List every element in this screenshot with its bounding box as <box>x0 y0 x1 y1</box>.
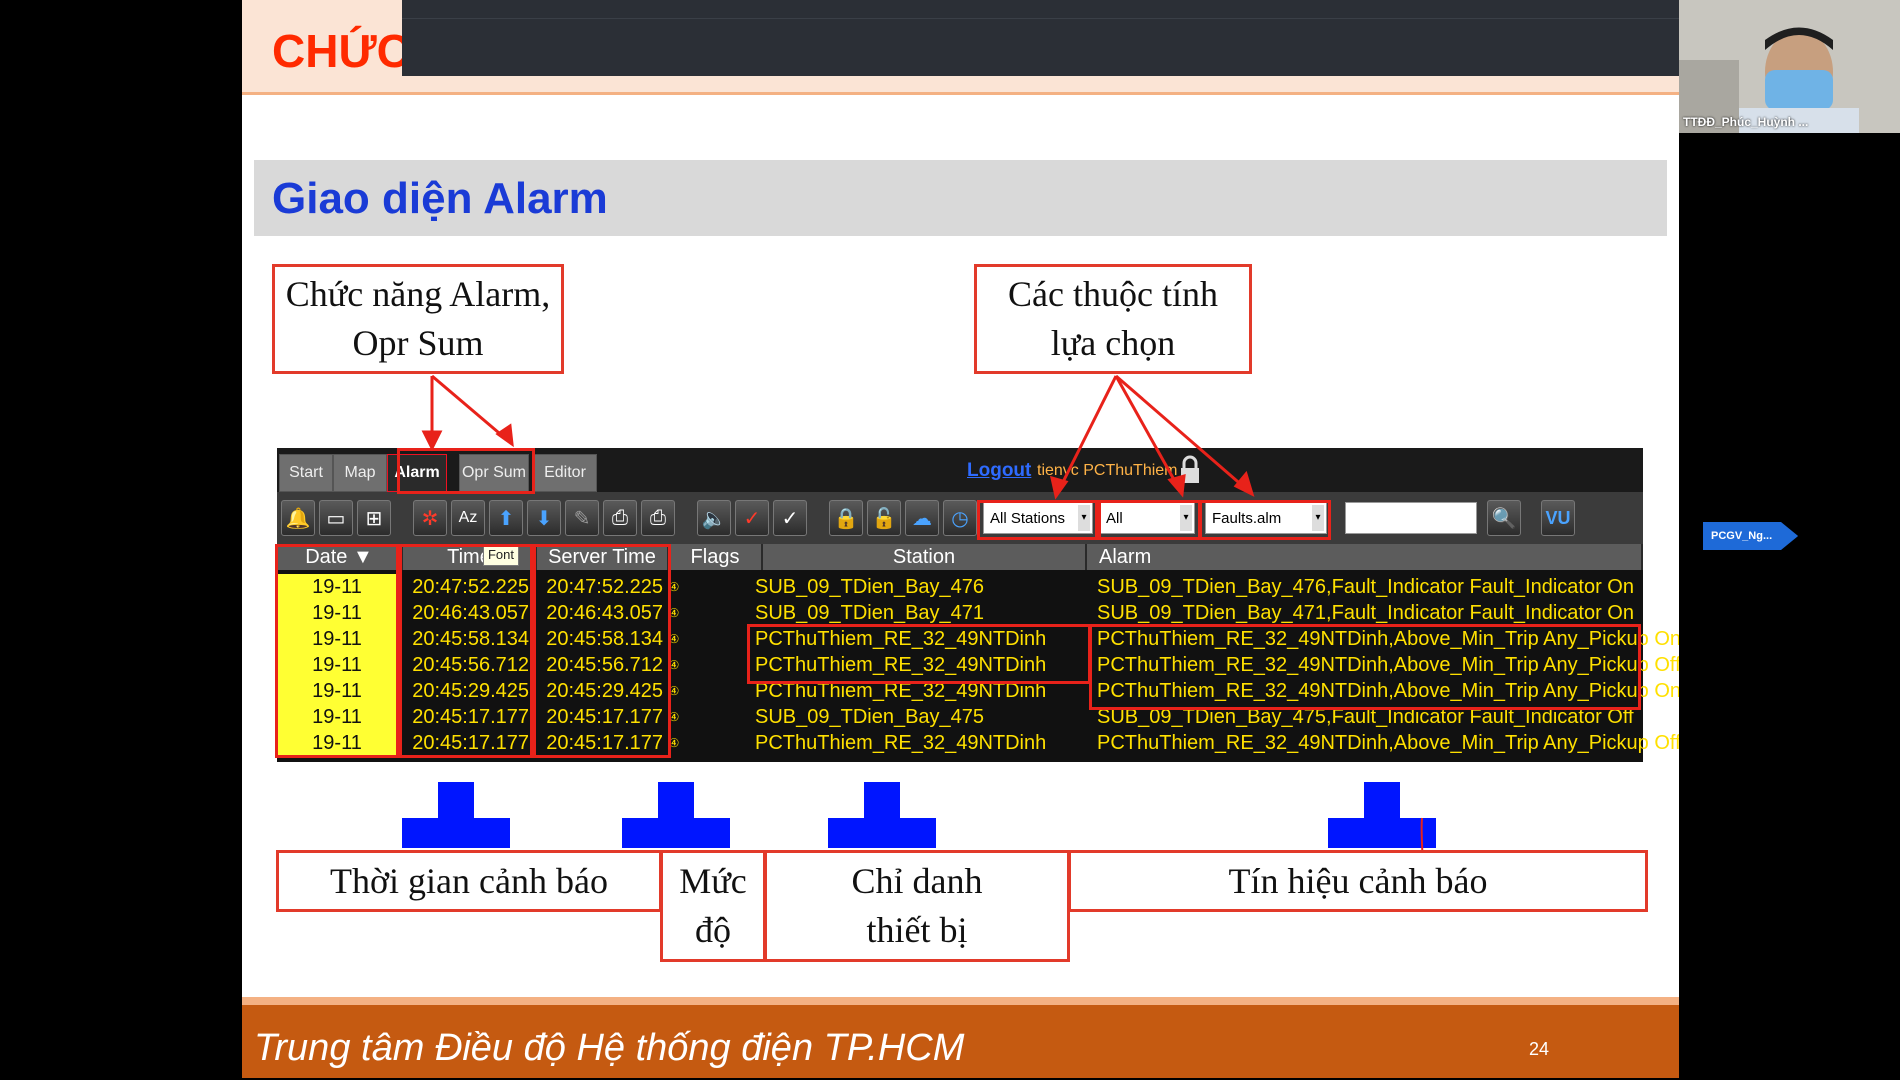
sort-az-icon[interactable]: Az <box>451 500 485 536</box>
callout-text: Chỉ danh <box>851 861 983 901</box>
column-alarm[interactable]: Alarm <box>1087 544 1643 570</box>
slide-subtitle: Giao diện Alarm <box>272 174 608 223</box>
highlight-alarm-rows <box>1089 624 1641 710</box>
cell-station: SUB_09_TDien_Bay_475 <box>755 706 985 728</box>
callout-text: Các thuộc tính <box>1008 274 1218 314</box>
subtitle-band: Giao diện Alarm <box>254 160 1667 236</box>
search-icon[interactable]: 🔍 <box>1487 500 1521 536</box>
callout-selection-attributes: Các thuộc tính lựa chọn <box>974 264 1252 374</box>
window-icon[interactable]: ▭ <box>319 500 353 536</box>
highlight-date-column <box>275 544 399 758</box>
screen: CHỨC Giao diện Alarm Chức năng Alarm, Op… <box>0 0 1900 1080</box>
cell-station: PCThuThiem_RE_32_49NTDinh <box>755 732 1047 754</box>
participant-avatar <box>1679 0 1900 133</box>
callout-text: độ <box>695 910 731 950</box>
arrow-up-icon[interactable]: ⬆ <box>489 500 523 536</box>
callout-text: Mức <box>679 861 747 901</box>
highlight-time-column <box>399 544 533 758</box>
weather-icon[interactable]: ☁ <box>905 500 939 536</box>
tab-editor[interactable]: Editor <box>533 454 597 492</box>
column-station[interactable]: Station <box>763 544 1087 570</box>
cell-alarm: SUB_09_TDien_Bay_471,Fault_Indicator Fau… <box>1097 602 1634 624</box>
page-number: 24 <box>1528 1039 1549 1059</box>
arrow-down-icon[interactable]: ⬇ <box>527 500 561 536</box>
check-icon[interactable]: ✓ <box>773 500 807 536</box>
tab-start[interactable]: Start <box>279 454 333 492</box>
arrow-up-icon <box>402 782 510 848</box>
highlight-server-time-column <box>533 544 671 758</box>
lock-icon <box>1181 455 1199 483</box>
speaker-icon[interactable]: 🔈 <box>697 500 731 536</box>
unlock-icon[interactable]: 🔓 <box>867 500 901 536</box>
slide-footer: Trung tâm Điều độ Hệ thống điện TP.HCM 2… <box>242 997 1679 1078</box>
participant-name: TTĐĐ_Phúc_Huỳnh ... <box>1683 115 1809 129</box>
user-info: tienvc PCThuThiem <box>1037 462 1178 480</box>
footer-text: Trung tâm Điều độ Hệ thống điện TP.HCM <box>254 1027 965 1069</box>
callout-text: thiết bị <box>866 910 968 950</box>
cell-station: SUB_09_TDien_Bay_476 <box>755 576 985 598</box>
station-user: PCThuThiem <box>1083 462 1178 479</box>
acknowledge-icon[interactable]: ✓ <box>735 500 769 536</box>
arrow-up-icon <box>622 782 730 848</box>
callout-text: Opr Sum <box>352 323 484 363</box>
highlight-station-rows <box>747 624 1091 684</box>
highlight-filters <box>1199 500 1331 540</box>
vu-icon[interactable]: VU <box>1541 500 1575 536</box>
bell-icon[interactable]: 🔔 <box>281 500 315 536</box>
cell-station: SUB_09_TDien_Bay_471 <box>755 602 985 624</box>
logout-link[interactable]: Logout <box>967 460 1031 482</box>
callout-device-name: Chỉ danh thiết bị <box>764 850 1070 962</box>
slide-header-bar: CHỨC <box>242 0 1679 95</box>
participant-tag[interactable]: PCGV_Ng... <box>1703 522 1799 550</box>
participant-video[interactable]: TTĐĐ_Phúc_Huỳnh ... <box>1679 0 1900 133</box>
highlight-filters <box>977 500 1101 540</box>
callout-text: Chức năng Alarm, <box>285 274 551 314</box>
toolbar: 🔔 ▭ ⊞ ✲ Az ⬆ ⬇ ✎ ⎙ ⎙ 🔈 ✓ ✓ 🔒 🔓 ☁ ◷ All S… <box>277 492 1643 544</box>
callout-alarm-time: Thời gian cảnh báo <box>276 850 662 912</box>
cell-alarm: PCThuThiem_RE_32_49NTDinh,Above_Min_Trip… <box>1097 732 1679 754</box>
callout-level: Mức độ <box>660 850 766 962</box>
username: tienvc <box>1037 462 1079 479</box>
tool-icon[interactable]: ✎ <box>565 500 599 536</box>
clock-icon[interactable]: ◷ <box>943 500 977 536</box>
callout-alarm-signal: Tín hiệu cảnh báo <box>1068 850 1648 912</box>
arrow-up-icon <box>1328 782 1436 848</box>
grid-icon[interactable]: ⊞ <box>357 500 391 536</box>
callout-text: lựa chọn <box>1050 323 1176 363</box>
print-icon[interactable]: ⎙ <box>641 500 675 536</box>
overlay-bar <box>402 0 1679 76</box>
highlight-filters <box>1095 500 1201 540</box>
column-flags[interactable]: Flags <box>669 544 763 570</box>
lock-icon[interactable]: 🔒 <box>829 500 863 536</box>
arrow-up-icon <box>828 782 936 848</box>
highlight-tabs <box>397 448 535 494</box>
print-preview-icon[interactable]: ⎙ <box>603 500 637 536</box>
callout-alarm-functions: Chức năng Alarm, Opr Sum <box>272 264 564 374</box>
tab-map[interactable]: Map <box>333 454 387 492</box>
alarm-application-window: Start Map Alarm Opr Sum Editor Logout ti… <box>275 448 1679 762</box>
slide-top-title: CHỨC <box>272 25 410 77</box>
search-input[interactable] <box>1345 502 1477 534</box>
alarm-settings-icon[interactable]: ✲ <box>413 500 447 536</box>
cell-alarm: SUB_09_TDien_Bay_476,Fault_Indicator Fau… <box>1097 576 1634 598</box>
presentation-slide: CHỨC Giao diện Alarm Chức năng Alarm, Op… <box>242 0 1679 1078</box>
